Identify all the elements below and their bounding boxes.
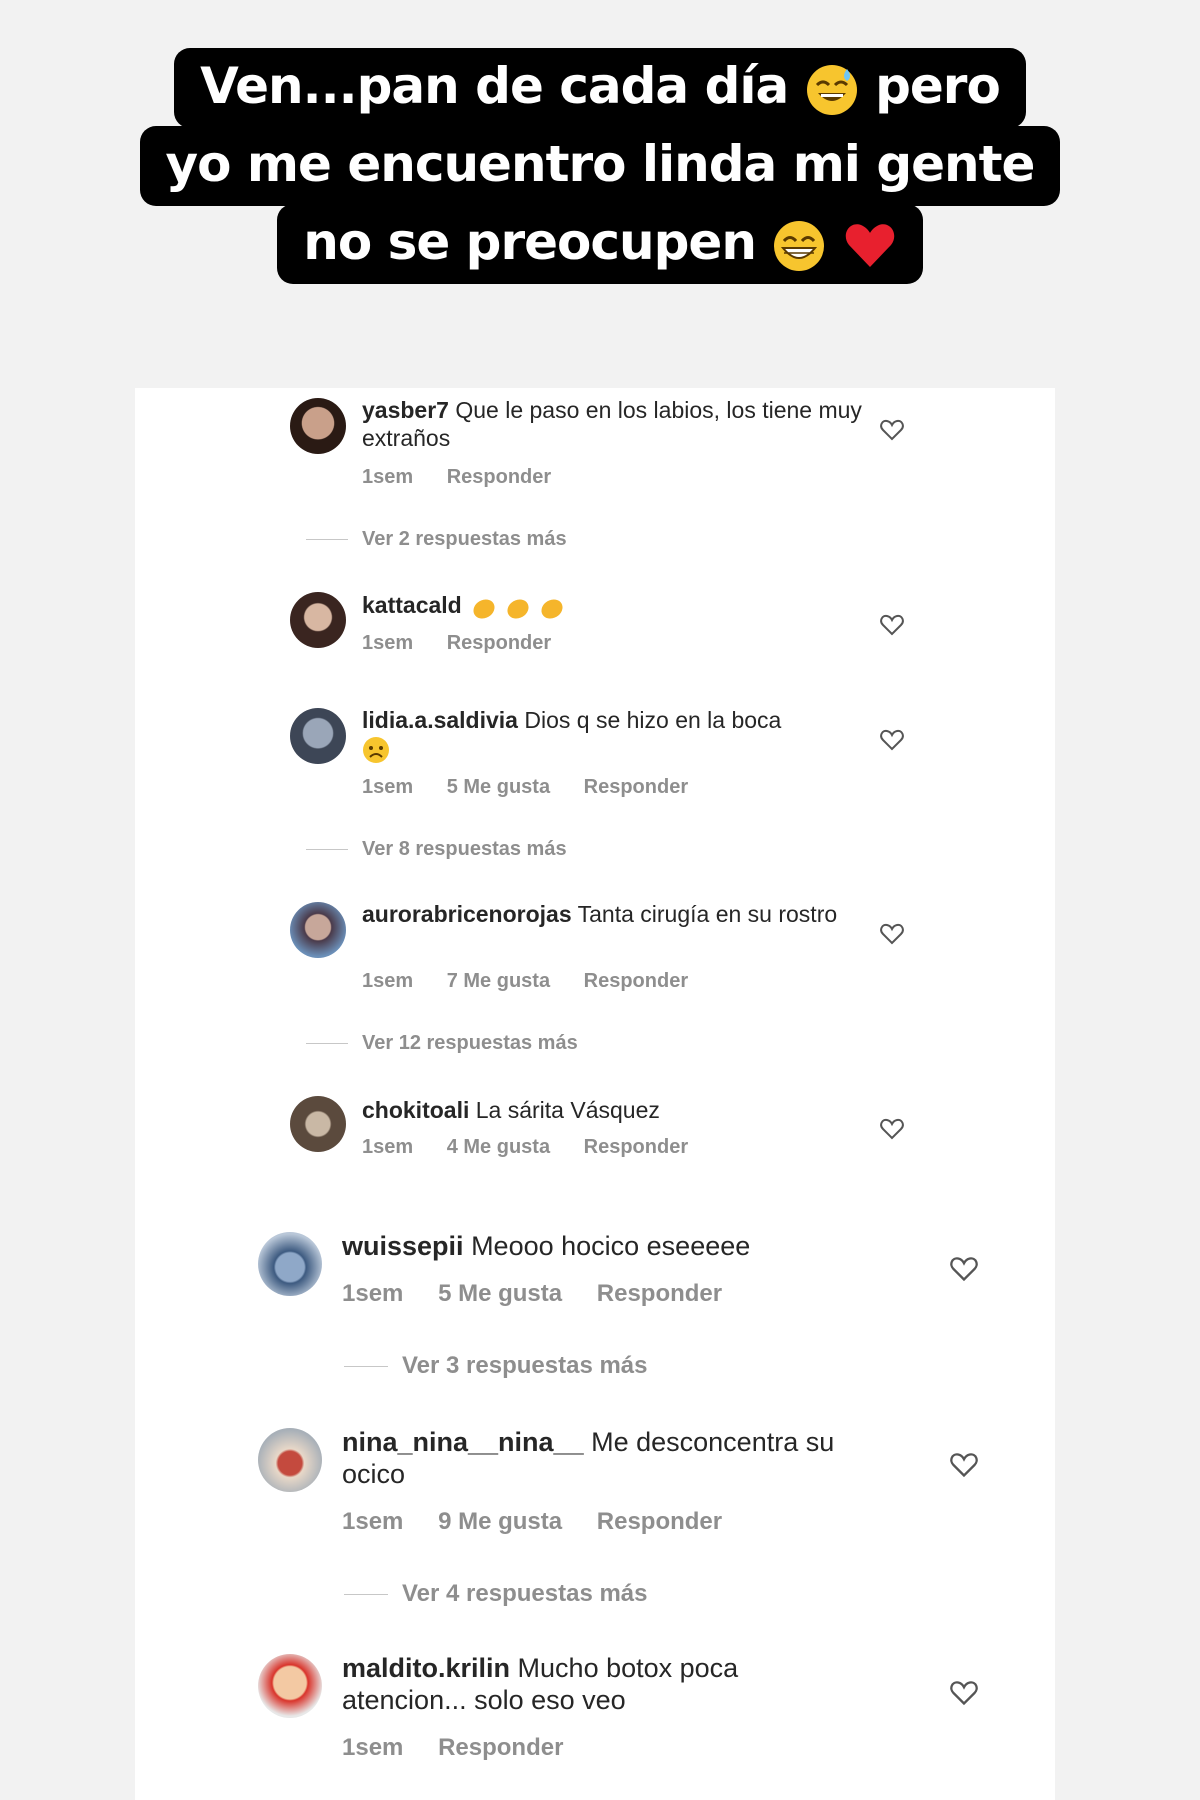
comment-time: 1sem <box>362 1136 414 1158</box>
red-heart-emoji-icon <box>845 223 894 267</box>
avatar[interactable] <box>290 398 346 454</box>
comment-time: 1sem <box>362 466 414 488</box>
reply-button[interactable]: Responder <box>597 1280 722 1307</box>
story-caption: Ven...pan de cada día pero yo me encuent… <box>0 48 1200 284</box>
comment-meta: 1sem 5 Me gusta Responder <box>362 776 716 799</box>
avatar[interactable] <box>290 1096 346 1152</box>
caption-line-2: yo me encuentro linda mi gente <box>139 126 1061 206</box>
comment-text: yasber7 Que le paso en los labios, los t… <box>362 396 862 452</box>
caption-text-3: no se preocupen <box>303 213 757 271</box>
like-heart-icon[interactable] <box>950 1256 978 1282</box>
comment-username[interactable]: kattacald <box>362 592 462 618</box>
avatar[interactable] <box>290 592 346 648</box>
like-heart-icon[interactable] <box>950 1452 978 1478</box>
comment-meta: 1sem 9 Me gusta Responder <box>342 1508 750 1536</box>
divider <box>344 1594 388 1596</box>
comment-time: 1sem <box>362 776 414 798</box>
divider <box>344 1366 388 1368</box>
reply-button[interactable]: Responder <box>438 1734 563 1761</box>
avatar[interactable] <box>258 1232 322 1296</box>
view-more-replies[interactable]: Ver 8 respuestas más <box>306 838 567 861</box>
comment-meta: 1sem 7 Me gusta Responder <box>362 970 716 993</box>
comment-body: Meooo hocico eseeeee <box>471 1231 751 1261</box>
reply-button[interactable]: Responder <box>584 1136 688 1158</box>
avatar[interactable] <box>290 902 346 958</box>
caption-text-1a: Ven...pan de cada día <box>200 57 789 115</box>
comment-text: chokitoali La sárita Vásquez <box>362 1096 862 1124</box>
comment-text: maldito.krilin Mucho botox poca atencion… <box>342 1652 822 1716</box>
view-more-label[interactable]: Ver 12 respuestas más <box>362 1032 578 1054</box>
comment-text: lidia.a.saldivia Dios q se hizo en la bo… <box>362 706 862 764</box>
caption-text-1b: pero <box>875 57 1001 115</box>
comment-username[interactable]: chokitoali <box>362 1097 469 1123</box>
view-more-replies[interactable]: Ver 4 respuestas más <box>344 1580 648 1608</box>
comment-username[interactable]: maldito.krilin <box>342 1653 510 1683</box>
avatar[interactable] <box>258 1654 322 1718</box>
grin-emoji-icon <box>774 220 825 271</box>
comment-text: wuissepii Meooo hocico eseeeee <box>342 1230 902 1262</box>
comment-body: La sárita Vásquez <box>475 1097 660 1123</box>
view-more-label[interactable]: Ver 8 respuestas más <box>362 838 567 860</box>
comment-username[interactable]: lidia.a.saldivia <box>362 707 518 733</box>
comment-meta: 1sem 4 Me gusta Responder <box>362 1136 716 1159</box>
view-more-replies[interactable]: Ver 12 respuestas más <box>306 1032 578 1055</box>
avatar[interactable] <box>290 708 346 764</box>
reply-button[interactable]: Responder <box>447 466 551 488</box>
divider <box>306 849 348 851</box>
likes-count[interactable]: 5 Me gusta <box>447 776 550 798</box>
reply-button[interactable]: Responder <box>597 1508 722 1535</box>
comment-meta: 1sem Responder <box>342 1734 591 1762</box>
reply-button[interactable]: Responder <box>584 970 688 992</box>
likes-count[interactable]: 7 Me gusta <box>447 970 550 992</box>
comment-username[interactable]: nina_nina__nina__ <box>342 1427 584 1457</box>
comment-time: 1sem <box>342 1280 404 1307</box>
reply-button[interactable]: Responder <box>584 776 688 798</box>
comment-meta: 1sem Responder <box>362 466 579 489</box>
comment-meta: 1sem 5 Me gusta Responder <box>342 1280 750 1308</box>
like-heart-icon[interactable] <box>880 729 904 751</box>
like-heart-icon[interactable] <box>950 1680 978 1706</box>
comment-body: Dios q se hizo en la boca <box>524 707 782 733</box>
comment-body: Tanta cirugía en su rostro <box>577 901 838 927</box>
clapping-hands-emoji-icon <box>473 599 563 619</box>
divider <box>306 1043 348 1045</box>
view-more-label[interactable]: Ver 3 respuestas más <box>402 1352 648 1379</box>
likes-count[interactable]: 4 Me gusta <box>447 1136 550 1158</box>
like-heart-icon[interactable] <box>880 1118 904 1140</box>
view-more-replies[interactable]: Ver 3 respuestas más <box>344 1352 648 1380</box>
caption-line-1: Ven...pan de cada día pero <box>174 48 1026 128</box>
comment-text: nina_nina__nina__ Me desconcentra su oci… <box>342 1426 902 1490</box>
likes-count[interactable]: 9 Me gusta <box>438 1508 562 1535</box>
worried-face-emoji-icon <box>363 736 389 763</box>
avatar[interactable] <box>258 1428 322 1492</box>
comment-text: aurorabricenorojas Tanta cirugía en su r… <box>362 900 862 928</box>
comment-username[interactable]: yasber7 <box>362 397 449 423</box>
caption-line-3: no se preocupen <box>277 204 923 284</box>
comment-time: 1sem <box>342 1734 404 1761</box>
divider <box>306 539 348 541</box>
comment-time: 1sem <box>342 1508 404 1535</box>
view-more-label[interactable]: Ver 2 respuestas más <box>362 528 567 550</box>
comment-meta: 1sem Responder <box>362 632 579 655</box>
comment-time: 1sem <box>362 632 414 654</box>
like-heart-icon[interactable] <box>880 614 904 636</box>
view-more-replies[interactable]: Ver 2 respuestas más <box>306 528 567 551</box>
view-more-label[interactable]: Ver 4 respuestas más <box>402 1580 648 1607</box>
comment-text: kattacald <box>362 590 862 623</box>
comment-username[interactable]: aurorabricenorojas <box>362 901 572 927</box>
comment-username[interactable]: wuissepii <box>342 1231 464 1261</box>
reply-button[interactable]: Responder <box>447 632 551 654</box>
sweat-smile-emoji-icon <box>806 64 857 115</box>
like-heart-icon[interactable] <box>880 419 904 441</box>
likes-count[interactable]: 5 Me gusta <box>438 1280 562 1307</box>
comment-time: 1sem <box>362 970 414 992</box>
like-heart-icon[interactable] <box>880 923 904 945</box>
